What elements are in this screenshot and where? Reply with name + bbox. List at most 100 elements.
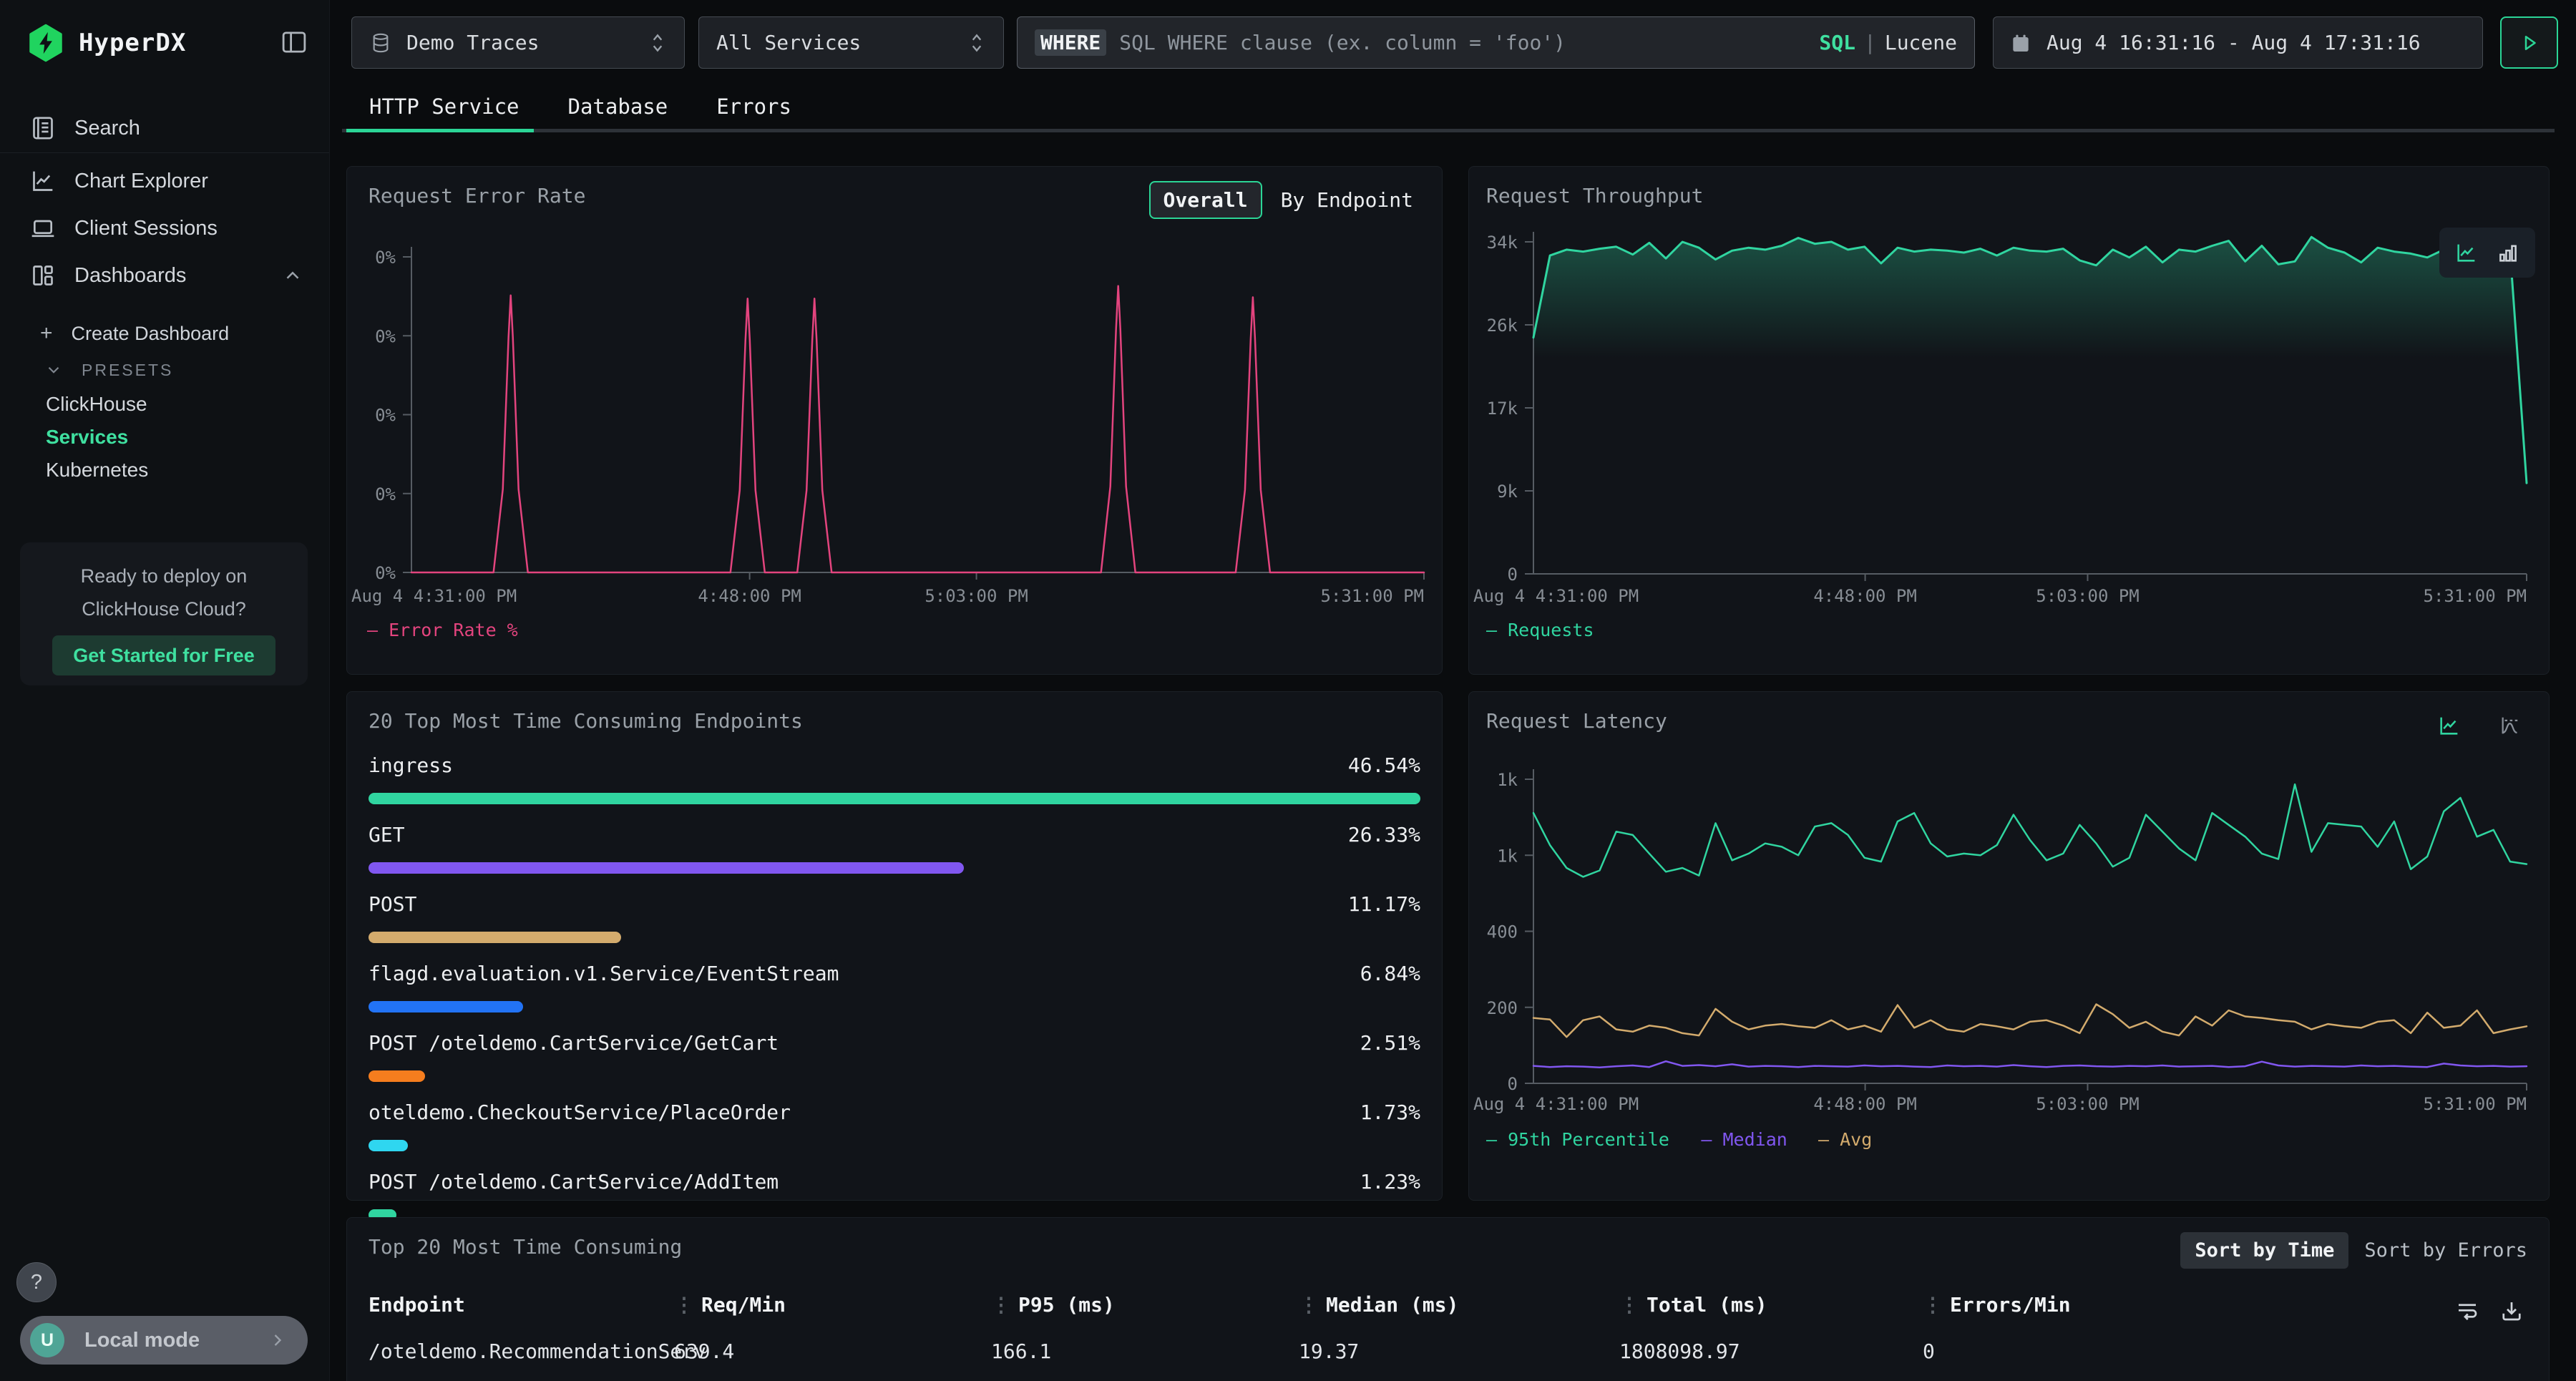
y-axis-tick-label: 9k <box>1497 482 1518 502</box>
column-header-label: Endpoint <box>369 1293 465 1317</box>
endpoint-row[interactable]: POST /oteldemo.CartService/AddItem1.23% <box>369 1170 1420 1221</box>
x-axis-tick-label: Aug 4 4:31:00 PM <box>1473 586 1639 606</box>
create-dashboard-button[interactable]: + Create Dashboard <box>0 313 329 353</box>
download-icon[interactable] <box>2499 1298 2524 1324</box>
column-drag-handle-icon[interactable]: ⋮ <box>1619 1293 1639 1317</box>
column-header-median-ms-[interactable]: ⋮Median (ms) <box>1299 1293 1458 1317</box>
cell-value: 639.4 <box>674 1339 734 1363</box>
column-header-label: Errors/Min <box>1950 1293 2071 1317</box>
data-source-value: Demo Traces <box>406 31 539 54</box>
endpoint-label: flagd.evaluation.v1.Service/EventStream <box>369 962 839 985</box>
x-axis-tick-label: 4:48:00 PM <box>1813 1094 1917 1114</box>
x-axis-tick-label: 5:03:00 PM <box>2036 1094 2140 1114</box>
wrap-text-icon[interactable] <box>2454 1298 2480 1324</box>
bar-chart-icon[interactable] <box>2496 240 2520 265</box>
preset-clickhouse[interactable]: ClickHouse <box>0 388 329 421</box>
column-header-req-min[interactable]: ⋮Req/Min <box>674 1293 786 1317</box>
user-menu[interactable]: U Local mode <box>20 1316 308 1365</box>
table-row[interactable]: /oteldemo.RecommendationServ639.4166.119… <box>347 1339 2549 1377</box>
table-header-row: Endpoint⋮Req/Min⋮P95 (ms)⋮Median (ms)⋮To… <box>347 1293 2549 1330</box>
x-axis-tick-label: 5:03:00 PM <box>2036 586 2140 606</box>
user-mode-label: Local mode <box>84 1329 268 1352</box>
y-axis-tick-label: 1k <box>1497 846 1518 866</box>
endpoint-row[interactable]: GET26.33% <box>369 823 1420 874</box>
sort-by-time-button[interactable]: Sort by Time <box>2180 1232 2348 1269</box>
tab-http-service[interactable]: HTTP Service <box>351 84 538 129</box>
panel-request-latency: Request Latency 02004001k1kAug 4 4:31:00… <box>1468 691 2550 1201</box>
latency-chart[interactable]: 02004001k1kAug 4 4:31:00 PM4:48:00 PM5:0… <box>1469 692 2549 1200</box>
endpoint-bar <box>369 932 621 943</box>
sort-by-errors-button[interactable]: Sort by Errors <box>2364 1239 2527 1262</box>
preset-kubernetes[interactable]: Kubernetes <box>0 454 329 487</box>
sidebar-collapse-icon[interactable] <box>279 27 309 57</box>
line-chart-icon[interactable] <box>2454 240 2479 265</box>
chart-type-toolbox <box>2439 228 2535 278</box>
app-title: HyperDX <box>79 29 186 57</box>
endpoint-value: 1.73% <box>1360 1101 1420 1124</box>
throughput-chart[interactable]: 09k17k26k34kAug 4 4:31:00 PM4:48:00 PM5:… <box>1469 167 2549 674</box>
x-axis-tick-label: 5:31:00 PM <box>2424 586 2527 606</box>
tab-rail <box>342 129 2555 132</box>
sidebar: HyperDX Search Chart Explorer <box>0 0 330 1381</box>
endpoint-row[interactable]: POST /oteldemo.CartService/GetCart2.51% <box>369 1031 1420 1082</box>
select-chevrons-icon <box>967 31 986 55</box>
column-header-endpoint[interactable]: Endpoint <box>369 1293 465 1317</box>
column-header-label: P95 (ms) <box>1018 1293 1115 1317</box>
tab-database[interactable]: Database <box>550 84 687 129</box>
sidebar-divider <box>0 152 329 153</box>
help-button[interactable]: ? <box>16 1262 57 1302</box>
endpoint-value: 1.23% <box>1360 1170 1420 1194</box>
journal-icon <box>27 112 59 144</box>
endpoint-row[interactable]: oteldemo.CheckoutService/PlaceOrder1.73% <box>369 1101 1420 1151</box>
column-header-total-ms-[interactable]: ⋮Total (ms) <box>1619 1293 1767 1317</box>
endpoint-value: 11.17% <box>1348 892 1420 916</box>
avatar: U <box>30 1323 64 1357</box>
presets-section-toggle[interactable]: PRESETS <box>0 353 329 386</box>
y-axis-tick-label: 17k <box>1487 399 1518 419</box>
tab-bar: HTTP Service DatabaseErrors <box>329 84 2576 150</box>
service-select[interactable]: All Services <box>698 16 1004 69</box>
y-axis-tick-label: 0% <box>375 406 396 426</box>
endpoint-row[interactable]: POST11.17% <box>369 892 1420 943</box>
y-axis-tick-label: 400 <box>1487 922 1518 942</box>
database-icon <box>369 31 392 54</box>
get-started-button[interactable]: Get Started for Free <box>52 635 275 675</box>
run-query-button[interactable] <box>2500 16 2558 69</box>
column-drag-handle-icon[interactable]: ⋮ <box>1923 1293 1943 1317</box>
y-axis-tick-label: 200 <box>1487 998 1518 1018</box>
column-drag-handle-icon[interactable]: ⋮ <box>1299 1293 1319 1317</box>
column-drag-handle-icon[interactable]: ⋮ <box>674 1293 694 1317</box>
main-area: Demo Traces All Services WHERE SQL WHERE… <box>329 0 2576 1381</box>
data-source-select[interactable]: Demo Traces <box>351 16 685 69</box>
search-input[interactable]: WHERE SQL WHERE clause (ex. column = 'fo… <box>1017 16 1975 69</box>
endpoint-row[interactable]: flagd.evaluation.v1.Service/EventStream6… <box>369 962 1420 1012</box>
date-range-picker[interactable]: Aug 4 16:31:16 - Aug 4 17:31:16 <box>1993 16 2483 69</box>
sidebar-item-chart-explorer[interactable]: Chart Explorer <box>0 157 329 205</box>
preset-services[interactable]: Services <box>0 421 329 454</box>
column-drag-handle-icon[interactable]: ⋮ <box>991 1293 1011 1317</box>
search-placeholder: SQL WHERE clause (ex. column = 'foo') <box>1119 31 1819 54</box>
endpoint-bar <box>369 1070 425 1082</box>
sidebar-item-search[interactable]: Search <box>0 104 329 152</box>
sidebar-item-client-sessions[interactable]: Client Sessions <box>0 205 329 252</box>
y-axis-tick-label: 0% <box>375 563 396 583</box>
endpoint-bar <box>369 862 964 874</box>
sql-mode-toggle[interactable]: SQL <box>1819 31 1855 54</box>
column-header-errors-min[interactable]: ⋮ Errors/Min <box>1923 1293 2071 1317</box>
column-header-p95-ms-[interactable]: ⋮ P95 (ms) <box>991 1293 1115 1317</box>
tab-errors[interactable]: Errors <box>698 84 810 129</box>
laptop-icon <box>27 213 59 244</box>
panel-request-error-rate: Request Error Rate Overall By Endpoint 0… <box>346 166 1443 675</box>
endpoint-row[interactable]: ingress46.54% <box>369 753 1420 804</box>
x-axis-tick-label: 4:48:00 PM <box>698 586 801 606</box>
cell-endpoint: /oteldemo.RecommendationServ <box>369 1339 706 1363</box>
sidebar-item-dashboards[interactable]: Dashboards <box>0 252 329 299</box>
panel-title: 20 Top Most Time Consuming Endpoints <box>369 709 803 733</box>
error-rate-chart[interactable]: 0%0%0%0%0%Aug 4 4:31:00 PM4:48:00 PM5:03… <box>347 167 1442 674</box>
lucene-mode-toggle[interactable]: Lucene <box>1885 31 1957 54</box>
chevron-up-icon[interactable] <box>282 265 303 286</box>
endpoint-label: GET <box>369 823 405 846</box>
area-fill <box>1533 237 2527 574</box>
dashboard-content: Request Error Rate Overall By Endpoint 0… <box>329 150 2576 1381</box>
where-prefix: WHERE <box>1035 29 1106 56</box>
